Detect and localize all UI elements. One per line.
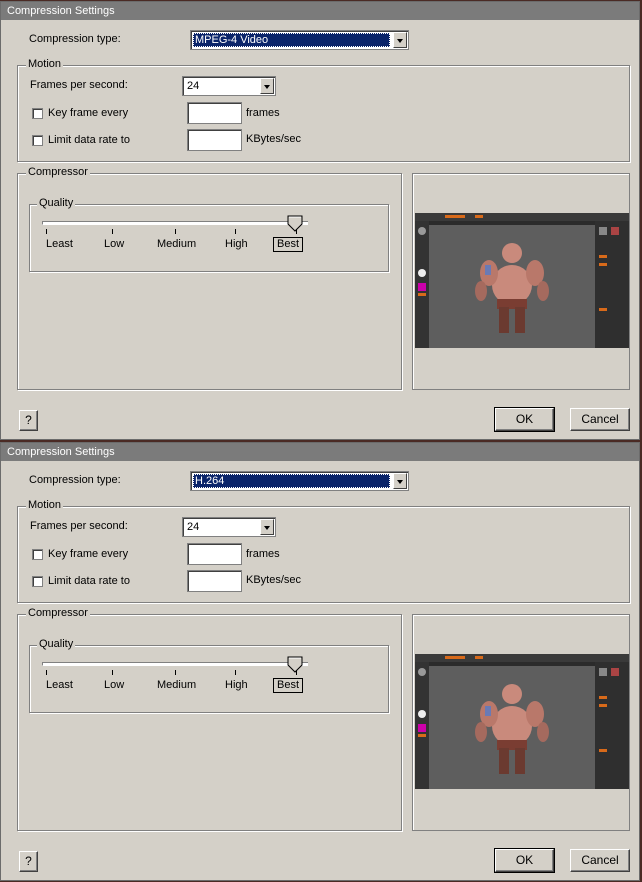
compression-type-dropdown[interactable]: H.264: [190, 471, 409, 491]
fps-value: 24: [187, 521, 200, 533]
quality-tick-mark: [112, 670, 113, 675]
dialog-title: Compression Settings: [7, 5, 115, 17]
dialog-title-bar[interactable]: Compression Settings: [1, 2, 639, 20]
quality-tick-low[interactable]: Low: [104, 679, 124, 691]
compression-type-label: Compression type:: [29, 33, 121, 45]
preview-image: [415, 213, 629, 348]
dialog-title-bar[interactable]: Compression Settings: [1, 443, 639, 461]
chevron-down-icon[interactable]: [393, 32, 407, 48]
quality-slider-thumb[interactable]: [287, 656, 303, 673]
keyframe-label: Key frame every: [48, 107, 129, 119]
zbrush-screenshot-image: [415, 654, 629, 789]
quality-tick-best[interactable]: Best: [273, 678, 304, 693]
ok-button-label: OK: [515, 412, 534, 426]
datarate-unit: KBytes/sec: [246, 574, 302, 586]
fps-value: 24: [187, 80, 200, 92]
quality-tick-mark: [46, 229, 47, 234]
cancel-button-label: Cancel: [581, 853, 619, 867]
datarate-label: Limit data rate to: [48, 575, 130, 587]
quality-slider-track[interactable]: [42, 662, 308, 666]
quality-group-title: Quality: [37, 197, 76, 209]
datarate-unit: KBytes/sec: [246, 133, 302, 145]
datarate-input[interactable]: [187, 129, 242, 151]
fps-label: Frames per second:: [30, 79, 128, 91]
compressor-group-title: Compressor: [26, 607, 90, 619]
chevron-down-icon[interactable]: [260, 519, 274, 535]
quality-tick-mark: [235, 670, 236, 675]
help-button[interactable]: ?: [19, 410, 38, 431]
quality-tick-medium[interactable]: Medium: [157, 238, 196, 250]
quality-tick-mark: [296, 670, 297, 675]
quality-tick-mark: [46, 670, 47, 675]
quality-tick-least[interactable]: Least: [46, 679, 73, 691]
help-button[interactable]: ?: [19, 851, 38, 872]
quality-tick-medium[interactable]: Medium: [157, 679, 196, 691]
quality-tick-mark: [235, 229, 236, 234]
quality-group: Quality: [29, 197, 389, 272]
quality-tick-low[interactable]: Low: [104, 238, 124, 250]
ok-button-label: OK: [515, 853, 534, 867]
quality-tick-mark: [175, 229, 176, 234]
cancel-button[interactable]: Cancel: [570, 849, 630, 872]
keyframe-label: Key frame every: [48, 548, 129, 560]
compression-type-value: H.264: [193, 474, 390, 488]
compression-settings-dialog: Compression Settings Compression type: M…: [0, 1, 640, 440]
compression-type-dropdown[interactable]: MPEG-4 Video: [190, 30, 409, 50]
datarate-label: Limit data rate to: [48, 134, 130, 146]
keyframe-checkbox[interactable]: [32, 549, 43, 560]
dialog-title: Compression Settings: [7, 446, 115, 458]
quality-group: Quality: [29, 638, 389, 713]
keyframe-unit: frames: [246, 107, 280, 119]
datarate-checkbox[interactable]: [32, 576, 43, 587]
compression-type-value: MPEG-4 Video: [193, 33, 390, 47]
quality-group-title: Quality: [37, 638, 76, 650]
quality-tick-least[interactable]: Least: [46, 238, 73, 250]
datarate-checkbox[interactable]: [32, 135, 43, 146]
zbrush-screenshot-image: [415, 213, 629, 348]
fps-label: Frames per second:: [30, 520, 128, 532]
keyframe-input[interactable]: [187, 102, 242, 124]
keyframe-unit: frames: [246, 548, 280, 560]
motion-group-title: Motion: [26, 58, 64, 70]
cancel-button[interactable]: Cancel: [570, 408, 630, 431]
keyframe-checkbox[interactable]: [32, 108, 43, 119]
cancel-button-label: Cancel: [581, 412, 619, 426]
quality-tick-mark: [112, 229, 113, 234]
help-button-label: ?: [25, 413, 32, 427]
quality-slider-track[interactable]: [42, 221, 308, 225]
quality-tick-mark: [296, 229, 297, 234]
ok-button[interactable]: OK: [494, 407, 555, 432]
datarate-input[interactable]: [187, 570, 242, 592]
chevron-down-icon[interactable]: [260, 78, 274, 94]
help-button-label: ?: [25, 854, 32, 868]
fps-dropdown[interactable]: 24: [182, 76, 276, 96]
chevron-down-icon[interactable]: [393, 473, 407, 489]
quality-tick-high[interactable]: High: [225, 679, 248, 691]
compression-type-label: Compression type:: [29, 474, 121, 486]
quality-tick-mark: [175, 670, 176, 675]
compressor-group-title: Compressor: [26, 166, 90, 178]
compression-settings-dialog: Compression Settings Compression type: H…: [0, 442, 640, 881]
keyframe-input[interactable]: [187, 543, 242, 565]
ok-button[interactable]: OK: [494, 848, 555, 873]
quality-tick-high[interactable]: High: [225, 238, 248, 250]
quality-tick-best[interactable]: Best: [273, 237, 304, 252]
quality-slider-thumb[interactable]: [287, 215, 303, 232]
motion-group-title: Motion: [26, 499, 64, 511]
fps-dropdown[interactable]: 24: [182, 517, 276, 537]
preview-image: [415, 654, 629, 789]
